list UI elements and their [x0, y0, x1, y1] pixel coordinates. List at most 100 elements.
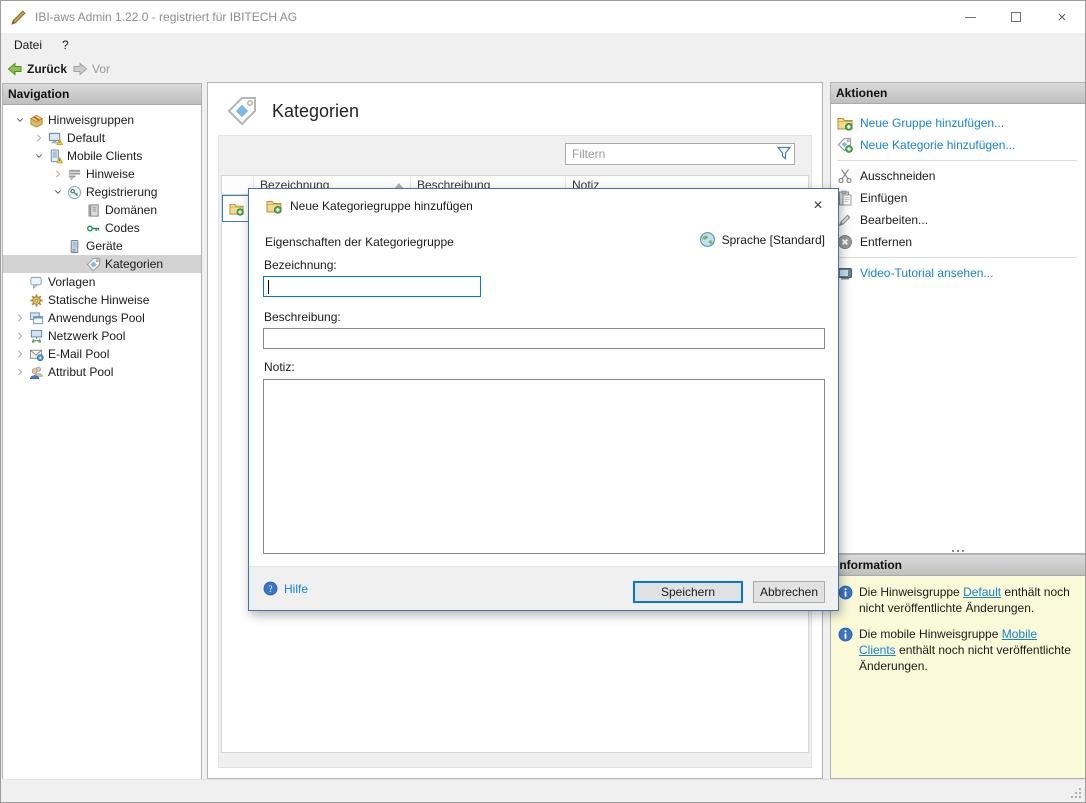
nav-item-netzwerk-pool[interactable]: Netzwerk Pool: [3, 327, 201, 345]
notiz-label: Notiz:: [264, 360, 295, 374]
nav-item-default[interactable]: Default: [3, 129, 201, 147]
chevron-collapsed-icon[interactable]: [11, 346, 28, 362]
nav-item-hinweisgruppen[interactable]: Hinweisgruppen: [3, 111, 201, 129]
action-cut[interactable]: Ausschneiden: [831, 165, 1085, 187]
key-icon: [85, 220, 102, 236]
information-panel: Information Die Hinweisgruppe Default en…: [830, 554, 1085, 779]
minimize-button[interactable]: [947, 1, 993, 33]
nav-item-statische-hinweise[interactable]: Statische Hinweise: [3, 291, 201, 309]
nav-item-email-pool[interactable]: E-Mail Pool: [3, 345, 201, 363]
close-icon: ×: [1057, 8, 1067, 26]
globe-icon: [699, 232, 715, 247]
chevron-collapsed-icon[interactable]: [11, 328, 28, 344]
bezeichnung-label: Bezeichnung:: [264, 258, 337, 272]
action-edit[interactable]: Bearbeiten...: [831, 209, 1085, 231]
chevron-collapsed-icon[interactable]: [11, 310, 28, 326]
action-new-category[interactable]: Neue Kategorie hinzufügen...: [831, 134, 1085, 156]
tool-bar: Zurück Vor: [2, 56, 1084, 82]
filter-box: [565, 143, 795, 165]
device-icon: [66, 238, 83, 254]
pencil-icon: [838, 214, 851, 227]
info-note: Die mobile Hinweisgruppe Mobile Clients …: [837, 626, 1077, 674]
actions-separator: [837, 257, 1077, 258]
nav-item-attribut-pool[interactable]: Attribut Pool: [3, 363, 201, 381]
chevron-collapsed-icon[interactable]: [49, 166, 66, 182]
back-button[interactable]: Zurück: [7, 61, 67, 77]
menu-datei[interactable]: Datei: [6, 38, 50, 52]
action-new-group[interactable]: Neue Gruppe hinzufügen...: [831, 112, 1085, 134]
new-category-group-dialog: Neue Kategoriegruppe hinzufügen × Eigens…: [248, 188, 839, 611]
title-bar: IBI-aws Admin 1.22.0 - registriert für I…: [1, 1, 1085, 33]
notes-icon: [66, 166, 83, 182]
nav-item-domaenen[interactable]: Domänen: [3, 201, 201, 219]
actions-separator: [837, 160, 1077, 161]
dialog-footer: ? Hilfe Speichern Abbrechen: [249, 566, 838, 610]
navigation-tree: Hinweisgruppen Default Mobile Clients Hi…: [3, 105, 201, 381]
folder-plus-icon: [229, 203, 244, 216]
mobile-warning-icon: [47, 148, 64, 164]
information-header: Information: [831, 555, 1085, 576]
close-button[interactable]: ×: [1039, 1, 1085, 33]
tag-icon: [85, 256, 102, 272]
save-button[interactable]: Speichern: [633, 581, 743, 603]
back-arrow-icon: [7, 62, 22, 76]
actions-panel: Aktionen Neue Gruppe hinzufügen... Neue …: [830, 82, 1085, 554]
forward-button[interactable]: Vor: [72, 61, 110, 77]
notiz-field[interactable]: [263, 379, 825, 554]
nav-item-geraete[interactable]: Geräte: [3, 237, 201, 255]
link-default-group[interactable]: Default: [963, 585, 1001, 599]
dialog-close-button[interactable]: ×: [804, 194, 832, 218]
nav-item-codes[interactable]: Codes: [3, 219, 201, 237]
navigation-panel: Navigation Hinweisgruppen Default Mobile…: [2, 83, 202, 780]
clipboard-icon: [839, 190, 852, 206]
chevron-expanded-icon[interactable]: [49, 184, 66, 200]
bezeichnung-field[interactable]: [263, 276, 481, 297]
dialog-section-label: Eigenschaften der Kategoriegruppe: [265, 235, 454, 249]
user-icon: [28, 364, 45, 380]
information-body: Die Hinweisgruppe Default enthält noch n…: [831, 576, 1085, 778]
language-button[interactable]: Sprache [Standard]: [699, 231, 825, 248]
menu-help[interactable]: ?: [54, 38, 77, 52]
chevron-expanded-icon[interactable]: [11, 112, 28, 128]
template-icon: [28, 274, 45, 290]
beschreibung-label: Beschreibung:: [264, 310, 341, 324]
chevron-expanded-icon[interactable]: [30, 148, 47, 164]
actions-header: Aktionen: [831, 83, 1085, 104]
chevron-collapsed-icon[interactable]: [11, 364, 28, 380]
app-window: IBI-aws Admin 1.22.0 - registriert für I…: [0, 0, 1086, 803]
page-header: Kategorien: [226, 95, 359, 127]
nav-item-registrierung[interactable]: Registrierung: [3, 183, 201, 201]
beschreibung-field[interactable]: [263, 328, 825, 349]
help-link[interactable]: ? Hilfe: [263, 581, 308, 596]
forward-arrow-icon: [73, 62, 88, 76]
action-video-tutorial[interactable]: Video-Tutorial ansehen...: [831, 262, 1085, 284]
svg-text:?: ?: [268, 585, 272, 595]
chevron-collapsed-icon[interactable]: [30, 130, 47, 146]
monitor-warning-icon: [47, 130, 64, 146]
page-title: Kategorien: [272, 100, 360, 121]
action-paste[interactable]: Einfügen: [831, 187, 1085, 209]
remove-circle-icon: [838, 235, 852, 249]
nav-item-hinweise[interactable]: Hinweise: [3, 165, 201, 183]
tag-large-icon: [227, 97, 256, 126]
info-icon: [838, 627, 853, 642]
status-bar: [2, 779, 1084, 801]
nav-item-anwendungs-pool[interactable]: Anwendungs Pool: [3, 309, 201, 327]
windows-icon: [28, 310, 45, 326]
nav-item-kategorien[interactable]: Kategorien: [3, 255, 201, 273]
filter-icon[interactable]: [776, 145, 794, 164]
filter-input[interactable]: [566, 147, 776, 161]
panel-splitter[interactable]: [952, 550, 964, 552]
maximize-icon: [1011, 12, 1021, 22]
action-remove[interactable]: Entfernen: [831, 231, 1085, 253]
help-icon: ?: [263, 581, 278, 596]
cancel-button[interactable]: Abbrechen: [753, 581, 825, 603]
resize-grip[interactable]: [1070, 787, 1082, 799]
nav-item-mobile-clients[interactable]: Mobile Clients: [3, 147, 201, 165]
minimize-icon: [964, 16, 976, 18]
maximize-button[interactable]: [993, 1, 1039, 33]
info-note: Die Hinweisgruppe Default enthält noch n…: [837, 584, 1077, 616]
video-tutorial-icon: [838, 268, 852, 280]
info-icon: [838, 585, 853, 600]
nav-item-vorlagen[interactable]: Vorlagen: [3, 273, 201, 291]
